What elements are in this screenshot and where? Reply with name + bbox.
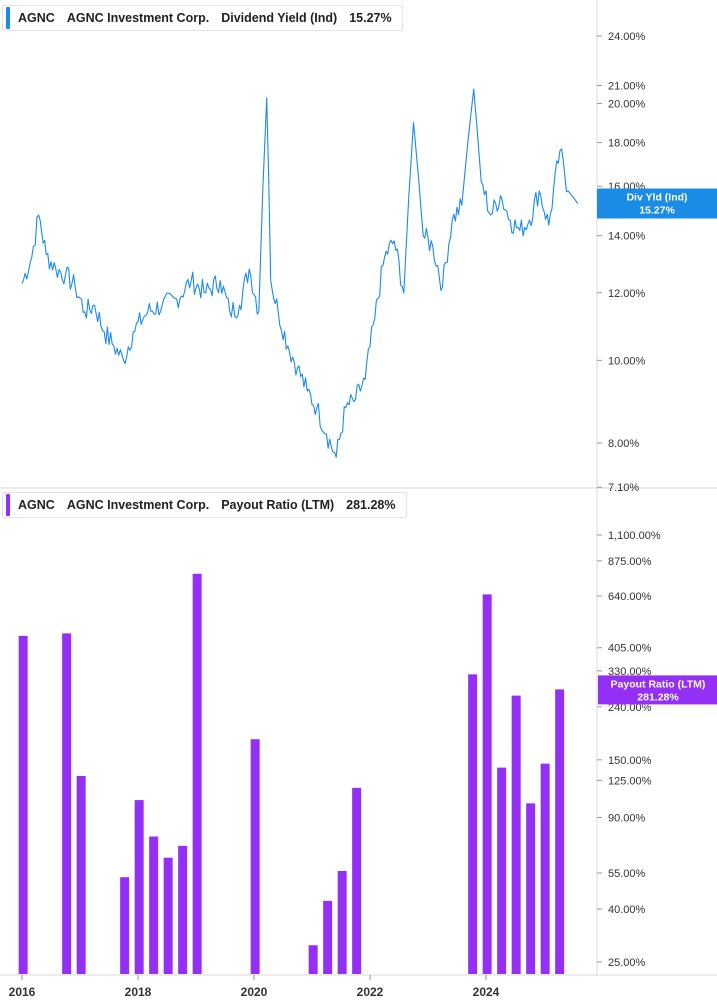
bottom-legend-metric: Payout Ratio (LTM) (221, 498, 335, 512)
top-y-tick-label: 12.00% (608, 288, 646, 300)
payout-bar (497, 767, 507, 974)
payout-bar (468, 674, 478, 974)
top-y-tick-label: 20.00% (608, 99, 646, 111)
div-yld-flag-label: Div Yld (Ind) (626, 192, 687, 204)
dividend-yield-line (21, 88, 579, 458)
top-legend: AGNC AGNC Investment Corp. Dividend Yiel… (2, 5, 403, 31)
x-tick-label: 2022 (357, 985, 384, 999)
top-y-tick-label: 8.00% (608, 438, 639, 450)
x-tick-label: 2016 (9, 985, 36, 999)
top-y-tick-label: 21.00% (608, 80, 646, 92)
payout-bar (540, 763, 550, 974)
payout-bar (482, 594, 492, 974)
payout-bar (526, 803, 536, 974)
payout-bar (149, 836, 159, 974)
top-legend-company: AGNC Investment Corp. (66, 11, 210, 25)
x-tick-label: 2024 (473, 985, 500, 999)
top-legend-swatch (6, 7, 10, 29)
top-legend-value: 15.27% (349, 11, 392, 25)
payout-bar (192, 573, 202, 974)
bottom-y-tick-label: 55.00% (608, 868, 646, 880)
payout-bar (76, 775, 86, 974)
payout-flag-value: 281.28% (637, 691, 679, 703)
x-tick-label: 2020 (241, 985, 268, 999)
payout-bar (18, 635, 28, 974)
bottom-legend-value: 281.28% (346, 498, 396, 512)
bottom-legend-ticker: AGNC (18, 498, 55, 512)
bottom-legend-swatch (6, 494, 10, 516)
top-y-tick-label: 24.00% (608, 31, 646, 43)
top-y-tick-label: 14.00% (608, 231, 646, 243)
payout-flag-label: Payout Ratio (LTM) (611, 678, 706, 690)
bottom-y-tick-label: 125.00% (608, 775, 652, 787)
top-legend-metric: Dividend Yield (Ind) (221, 11, 338, 25)
payout-bar (511, 695, 521, 974)
bottom-y-tick-label: 640.00% (608, 591, 652, 603)
payout-bar (163, 857, 173, 974)
bottom-y-tick-label: 150.00% (608, 755, 652, 767)
payout-bar (178, 845, 188, 974)
bottom-y-tick-label: 25.00% (608, 957, 646, 969)
top-y-tick-label: 7.10% (608, 482, 639, 494)
x-tick-label: 2018 (125, 985, 152, 999)
payout-bar (120, 877, 130, 974)
payout-bar (62, 633, 72, 974)
bottom-y-tick-label: 875.00% (608, 556, 652, 568)
top-y-tick-label: 18.00% (608, 138, 646, 150)
payout-bar (337, 870, 347, 974)
bottom-y-tick-label: 1,100.00% (608, 530, 661, 542)
payout-bar (134, 800, 144, 974)
payout-bar (308, 945, 318, 974)
payout-bar (352, 787, 362, 974)
payout-bar (555, 689, 565, 974)
top-legend-ticker: AGNC (18, 11, 55, 25)
bottom-legend-company: AGNC Investment Corp. (66, 498, 210, 512)
bottom-y-tick-label: 405.00% (608, 643, 652, 655)
div-yld-flag-value: 15.27% (639, 205, 675, 217)
bottom-y-tick-label: 90.00% (608, 812, 646, 824)
bottom-legend: AGNC AGNC Investment Corp. Payout Ratio … (2, 492, 407, 518)
payout-bar (323, 900, 333, 974)
bottom-y-tick-label: 40.00% (608, 904, 646, 916)
payout-bar (250, 739, 260, 974)
top-y-tick-label: 10.00% (608, 355, 646, 367)
